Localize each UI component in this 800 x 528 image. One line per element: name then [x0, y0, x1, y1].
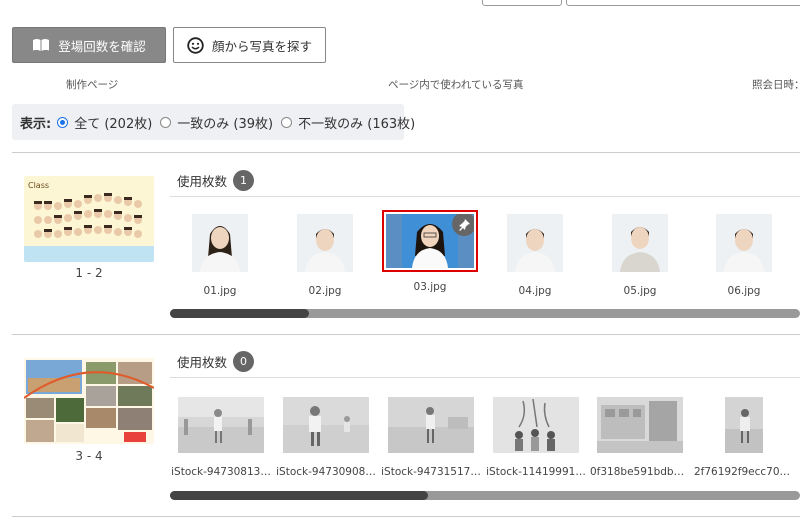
photo-filename: 2f76192f9ecc70e… [694, 466, 794, 478]
photo-filename: iStock-11419991… [486, 466, 586, 478]
open-book-icon [32, 38, 50, 52]
photo-filename: 01.jpg [203, 285, 237, 297]
event-photo[interactable] [388, 397, 474, 453]
usage-count-badge: 1 [233, 170, 255, 191]
usage-count-label: 使用枚数 [177, 174, 228, 189]
svg-text:Class: Class [28, 181, 49, 190]
student-portrait-photo[interactable] [192, 214, 248, 272]
column-header-photos: ページ内で使われている写真 [388, 79, 524, 91]
photo-item-2f76192f[interactable]: 2f76192f9ecc70e… [694, 397, 794, 478]
student-portrait-photo-selected[interactable] [382, 210, 478, 272]
row-divider [170, 196, 800, 197]
photo-filename: 05.jpg [623, 285, 657, 297]
usage-count-row: 使用枚数 0 [177, 351, 255, 372]
photo-item-istock-2[interactable]: iStock-94730908… [276, 397, 376, 478]
filter-option-unmatched-label: 不一致のみ (163枚) [298, 116, 416, 132]
usage-count-row: 使用枚数 1 [177, 170, 255, 191]
search-by-face-button[interactable]: 顔から写真を探す [173, 27, 326, 63]
top-control-stub[interactable] [482, 0, 562, 6]
student-portrait-photo[interactable] [507, 214, 563, 272]
section-divider [12, 334, 800, 335]
event-photo[interactable] [597, 397, 683, 453]
radio-selected-icon[interactable] [57, 116, 69, 128]
smiley-face-icon [187, 36, 204, 54]
photo-item-istock-1[interactable]: iStock-94730813… [171, 397, 271, 478]
page-label-3-4: 3 - 4 [75, 449, 103, 463]
check-appearance-count-label: 登場回数を確認 [58, 38, 146, 54]
photo-filename: 0f318be591bdba… [590, 466, 690, 478]
photo-filename: 03.jpg [413, 281, 447, 293]
photo-filename: 06.jpg [727, 285, 761, 297]
photo-filename: iStock-94730813… [171, 466, 271, 478]
usage-count-badge: 0 [233, 351, 255, 372]
student-portrait-photo[interactable] [716, 214, 772, 272]
filter-option-all[interactable]: 全て (202枚) [57, 113, 152, 132]
event-photo[interactable] [725, 397, 763, 453]
photo-filename: iStock-94730908… [276, 466, 376, 478]
search-by-face-label: 顔から写真を探す [211, 38, 312, 54]
column-header-date: 照会日時： [752, 79, 800, 91]
radio-unselected-icon[interactable] [281, 116, 293, 128]
photo-item-02[interactable]: 02.jpg [275, 214, 375, 297]
photo-filename: 02.jpg [308, 285, 342, 297]
check-appearance-count-button[interactable]: 登場回数を確認 [12, 27, 166, 63]
page-thumbnail-3-4[interactable] [24, 358, 154, 444]
filter-option-matched[interactable]: 一致のみ (39枚) [160, 113, 273, 132]
photo-filename: iStock-94731517… [381, 466, 481, 478]
photo-item-01[interactable]: 01.jpg [170, 214, 270, 297]
filter-option-all-label: 全て (202枚) [74, 116, 153, 132]
section-divider [12, 516, 800, 517]
photo-item-04[interactable]: 04.jpg [485, 214, 585, 297]
photo-filename: 04.jpg [518, 285, 552, 297]
student-portrait-photo[interactable] [612, 214, 668, 272]
student-portrait-photo[interactable] [297, 214, 353, 272]
photo-item-0f318be5[interactable]: 0f318be591bdba… [590, 397, 690, 478]
usage-count-label: 使用枚数 [177, 355, 228, 370]
column-header-page: 制作ページ [66, 79, 119, 91]
top-control-stub-wide[interactable] [566, 0, 800, 6]
photo-item-istock-4[interactable]: iStock-11419991… [486, 397, 586, 478]
photo-item-03[interactable]: 03.jpg [380, 210, 480, 293]
filter-option-matched-label: 一致のみ (39枚) [177, 116, 274, 132]
display-filter-label: 表示: [20, 116, 52, 132]
scrollbar-thumb[interactable] [170, 491, 429, 500]
horizontal-scrollbar[interactable] [170, 491, 800, 500]
display-filter-bar: 表示: 全て (202枚) 一致のみ (39枚) 不一致のみ (163枚) [12, 104, 415, 140]
scrollbar-thumb[interactable] [170, 309, 309, 318]
photo-item-06[interactable]: 06.jpg [694, 214, 794, 297]
filter-option-unmatched[interactable]: 不一致のみ (163枚) [281, 113, 415, 132]
photo-item-05[interactable]: 05.jpg [590, 214, 690, 297]
horizontal-scrollbar[interactable] [170, 309, 800, 318]
radio-unselected-icon[interactable] [160, 116, 172, 128]
event-photo[interactable] [283, 397, 369, 453]
event-photo[interactable] [493, 397, 579, 453]
section-divider [12, 152, 800, 153]
photo-item-istock-3[interactable]: iStock-94731517… [381, 397, 481, 478]
page-thumbnail-1-2[interactable]: Class [24, 176, 154, 262]
event-photo[interactable] [178, 397, 264, 453]
pin-icon[interactable] [452, 214, 474, 236]
row-divider [170, 377, 800, 378]
page-label-1-2: 1 - 2 [75, 266, 103, 280]
